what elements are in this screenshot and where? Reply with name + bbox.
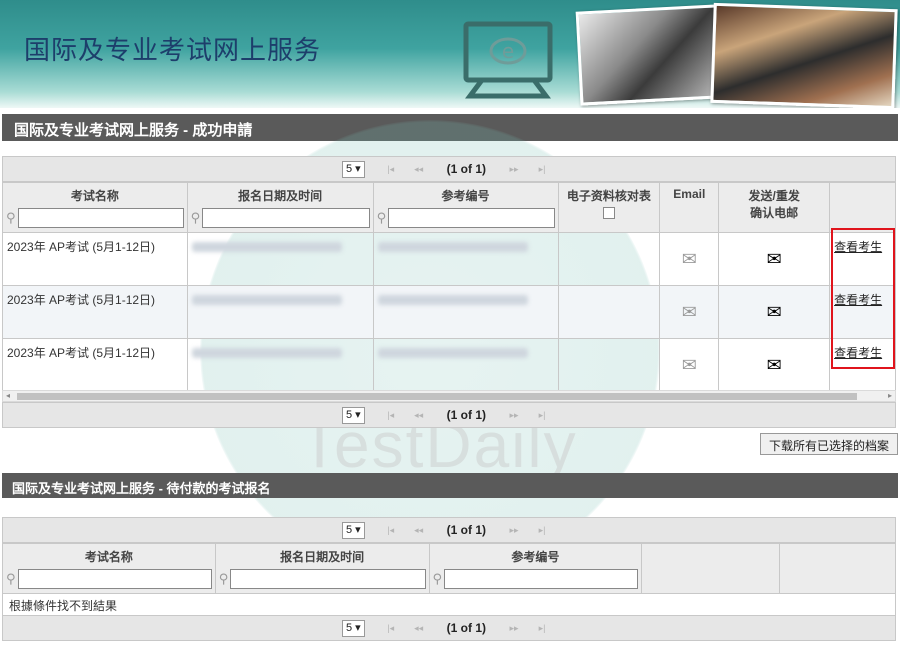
exam-photo-2: [710, 2, 898, 108]
next-page-button[interactable]: ▸▸: [507, 525, 521, 536]
page-indicator: (1 of 1): [446, 621, 487, 635]
table-row: 2023年 AP考试 (5月1-12日) ✉ ✉ 查看考生: [2, 232, 896, 286]
resend-email-icon[interactable]: ✉: [718, 285, 831, 339]
scroll-left-arrow-icon[interactable]: ◂: [6, 391, 10, 400]
next-page-button[interactable]: ▸▸: [507, 623, 521, 634]
horizontal-scrollbar[interactable]: ◂ ▸: [2, 390, 896, 402]
ref-cell: [372, 285, 559, 339]
page-indicator: (1 of 1): [446, 523, 487, 537]
paginator-top: 5 ▾ |◂ ◂◂ (1 of 1) ▸▸ ▸|: [2, 156, 896, 182]
banner: 国际及专业考试网上服务 e: [0, 0, 900, 108]
exam-photo-1: [575, 4, 723, 106]
checklist-cell: [557, 338, 661, 392]
search-icon: ⚲: [6, 571, 16, 586]
col-ref: 参考编号 ⚲: [428, 543, 643, 594]
empty-message: 根據條件找不到結果: [2, 593, 896, 618]
exam-name-cell: 2023年 AP考试 (5月1-12日): [2, 232, 188, 286]
exam-name-filter[interactable]: [17, 569, 212, 589]
svg-text:e: e: [502, 39, 514, 63]
date-cell: [186, 285, 374, 339]
search-icon: ⚲: [376, 210, 387, 225]
last-page-button[interactable]: ▸|: [535, 623, 549, 634]
rows-per-page-select[interactable]: 5 ▾: [341, 406, 365, 424]
email-icon[interactable]: ✉: [659, 285, 720, 339]
col-exam-name: 考试名称 ⚲: [2, 543, 216, 594]
col-ref: 参考编号 ⚲: [372, 182, 559, 233]
banner-title: 国际及专业考试网上服务: [24, 35, 322, 65]
date-cell: [186, 232, 374, 286]
first-page-button[interactable]: |◂: [384, 525, 398, 536]
pending-table: 考试名称 ⚲ 报名日期及时间 ⚲ 参考编号 ⚲ 根據條件找不到結果: [2, 543, 896, 618]
page-indicator: (1 of 1): [446, 408, 487, 422]
exam-name-cell: 2023年 AP考试 (5月1-12日): [2, 285, 188, 339]
prev-page-button[interactable]: ◂◂: [412, 410, 426, 421]
page-indicator: (1 of 1): [446, 162, 487, 176]
ref-filter[interactable]: [388, 208, 555, 228]
scroll-right-arrow-icon[interactable]: ▸: [888, 391, 892, 400]
col-resend: 发送/重发 确认电邮: [718, 182, 831, 233]
paginator-top-pending: 5 ▾ |◂ ◂◂ (1 of 1) ▸▸ ▸|: [2, 517, 896, 543]
search-icon: ⚲: [190, 210, 201, 225]
col-exam-name: 考试名称 ⚲: [2, 182, 188, 233]
search-icon: ⚲: [6, 210, 16, 225]
paginator-bottom: 5 ▾ |◂ ◂◂ (1 of 1) ▸▸ ▸|: [2, 402, 896, 428]
search-icon: ⚲: [218, 571, 229, 586]
ref-filter[interactable]: [444, 569, 639, 589]
exam-name-filter[interactable]: [17, 208, 184, 228]
col-extra-2: [779, 543, 896, 594]
monitor-icon: e: [463, 21, 553, 99]
col-checklist: 电子资料核对表: [557, 182, 661, 233]
col-date: 报名日期及时间 ⚲: [214, 543, 430, 594]
next-page-button[interactable]: ▸▸: [507, 410, 521, 421]
col-date: 报名日期及时间 ⚲: [186, 182, 374, 233]
date-filter[interactable]: [230, 569, 426, 589]
first-page-button[interactable]: |◂: [384, 164, 398, 175]
email-icon[interactable]: ✉: [659, 338, 720, 392]
table-row: 2023年 AP考试 (5月1-12日) ✉ ✉ 查看考生: [2, 285, 896, 339]
prev-page-button[interactable]: ◂◂: [412, 164, 426, 175]
last-page-button[interactable]: ▸|: [535, 164, 549, 175]
last-page-button[interactable]: ▸|: [535, 525, 549, 536]
table-row: 2023年 AP考试 (5月1-12日) ✉ ✉ 查看考生: [2, 338, 896, 392]
ref-cell: [372, 232, 559, 286]
applications-table: 考试名称 ⚲ 报名日期及时间 ⚲ 参考编号 ⚲ 电子资料核对表 Email 发送…: [2, 182, 896, 392]
select-all-checkbox[interactable]: [602, 207, 615, 219]
search-icon: ⚲: [432, 571, 443, 586]
prev-page-button[interactable]: ◂◂: [412, 525, 426, 536]
resend-email-icon[interactable]: ✉: [718, 232, 831, 286]
exam-name-cell: 2023年 AP考试 (5月1-12日): [2, 338, 188, 392]
email-icon[interactable]: ✉: [659, 232, 720, 286]
prev-page-button[interactable]: ◂◂: [412, 623, 426, 634]
col-extra-1: [641, 543, 781, 594]
resend-email-icon[interactable]: ✉: [718, 338, 831, 392]
last-page-button[interactable]: ▸|: [535, 410, 549, 421]
highlight-box: [831, 228, 895, 369]
download-selected-button[interactable]: 下载所有已选择的档案: [760, 433, 899, 455]
first-page-button[interactable]: |◂: [384, 623, 398, 634]
ref-cell: [372, 338, 559, 392]
rows-per-page-select[interactable]: 5 ▾: [341, 619, 365, 637]
date-cell: [186, 338, 374, 392]
rows-per-page-select[interactable]: 5 ▾: [341, 160, 365, 178]
next-page-button[interactable]: ▸▸: [507, 164, 521, 175]
scroll-thumb[interactable]: [17, 393, 857, 400]
first-page-button[interactable]: |◂: [384, 410, 398, 421]
col-email: Email: [659, 182, 720, 233]
checklist-cell: [557, 232, 661, 286]
table-row: 根據條件找不到結果: [2, 593, 896, 618]
paginator-bottom-pending: 5 ▾ |◂ ◂◂ (1 of 1) ▸▸ ▸|: [2, 615, 896, 641]
section-header-pending: 国际及专业考试网上服务 - 待付款的考试报名: [2, 473, 898, 498]
col-action: [829, 182, 896, 233]
rows-per-page-select[interactable]: 5 ▾: [341, 521, 365, 539]
date-filter[interactable]: [202, 208, 370, 228]
checklist-cell: [557, 285, 661, 339]
